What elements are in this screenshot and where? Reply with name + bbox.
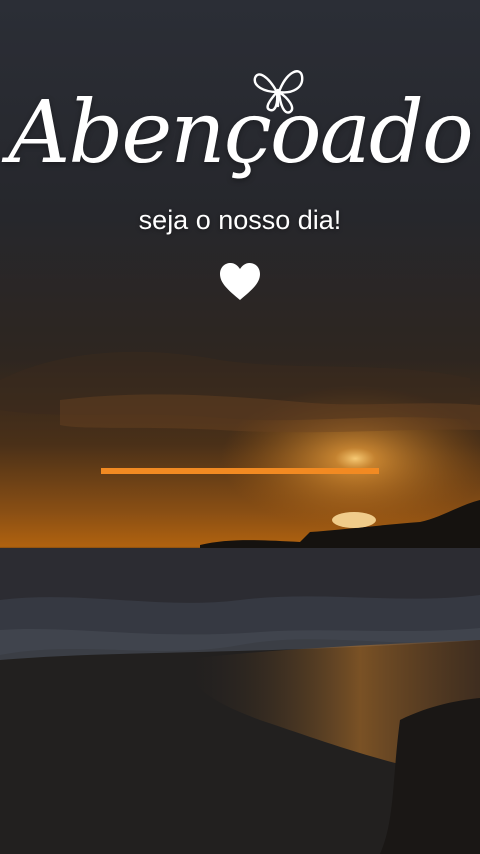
story-frame: Abençoado seja o nosso dia! [0,0,480,854]
subtitle: seja o nosso dia! [138,205,342,235]
butterfly-icon [253,70,304,114]
progress-fill [101,468,379,474]
heart-icon [220,263,260,300]
title-script: Abençoado [8,83,473,183]
progress-bar [101,468,379,474]
